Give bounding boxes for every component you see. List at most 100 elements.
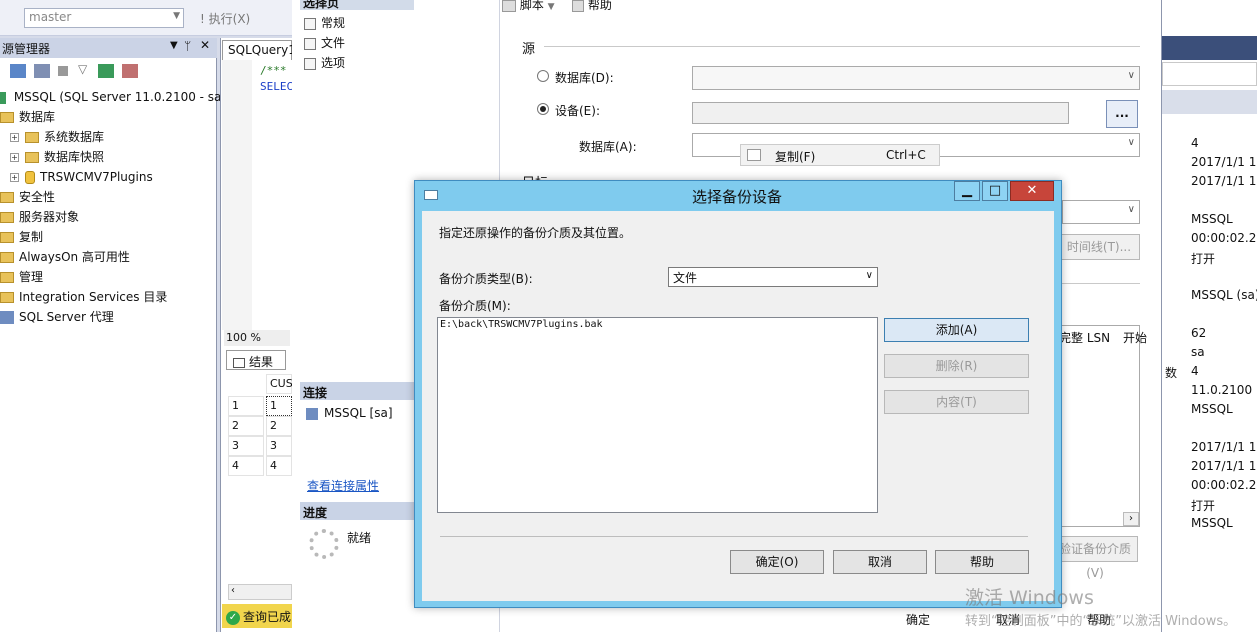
- select-page-header: 选择页: [300, 0, 414, 10]
- add-button[interactable]: 添加(A): [884, 318, 1029, 342]
- grid-cell[interactable]: 2: [266, 416, 292, 436]
- scroll-left-icon[interactable]: ‹: [231, 585, 235, 596]
- tree-item-integration-services[interactable]: Integration Services 目录: [0, 287, 167, 307]
- tree-item-system-databases[interactable]: + 系统数据库: [10, 127, 104, 147]
- page-item-files[interactable]: 文件: [304, 34, 345, 51]
- backup-media-list[interactable]: [437, 317, 878, 513]
- tab-sqlquery1[interactable]: SQLQuery1: [222, 40, 296, 60]
- database-radio[interactable]: [537, 70, 549, 82]
- tree-item-label: 数据库快照: [44, 150, 105, 164]
- agent-icon: [0, 311, 14, 324]
- tree-item-replication[interactable]: 复制: [0, 227, 43, 247]
- page-item-options[interactable]: 选项: [304, 54, 345, 71]
- timeline-button[interactable]: 时间线(T)...: [1058, 234, 1140, 260]
- query-status-bar: ✓ 查询已成: [222, 604, 292, 628]
- grid-cell[interactable]: 4: [266, 456, 292, 476]
- row-number[interactable]: 3: [228, 436, 264, 456]
- column-header[interactable]: CUST: [266, 374, 299, 394]
- tree-item-label: 复制: [19, 230, 44, 244]
- stop-icon[interactable]: [58, 66, 68, 76]
- destination-database-select[interactable]: ∨: [1062, 200, 1140, 224]
- tree-item-sql-agent[interactable]: SQL Server 代理: [0, 307, 114, 327]
- media-type-select[interactable]: 文件 ∨: [668, 267, 878, 287]
- row-number[interactable]: 1: [228, 396, 264, 416]
- contents-button[interactable]: 内容(T): [884, 390, 1029, 414]
- expand-icon[interactable]: +: [10, 173, 19, 182]
- media-type-value: 文件: [673, 271, 698, 285]
- tree-item-security[interactable]: 安全性: [0, 187, 55, 207]
- grid-cell[interactable]: 3: [266, 436, 292, 456]
- remove-button[interactable]: 删除(R): [884, 354, 1029, 378]
- property-value: 4: [1191, 364, 1199, 378]
- grid-cell[interactable]: 1: [266, 396, 292, 416]
- view-connection-properties-link[interactable]: 查看连接属性: [307, 477, 379, 494]
- page-item-general[interactable]: 常规: [304, 14, 345, 31]
- minimize-button[interactable]: ▁: [954, 181, 980, 201]
- activation-watermark-title: 激活 Windows: [965, 587, 1094, 609]
- tree-item-db-snapshots[interactable]: + 数据库快照: [10, 147, 104, 167]
- list-item[interactable]: E:\back\TRSWCMV7Plugins.bak: [440, 319, 603, 330]
- help-button[interactable]: 帮助: [935, 550, 1029, 574]
- minimize-icon: ▁: [962, 183, 972, 198]
- source-database-select[interactable]: ∨: [692, 66, 1140, 90]
- column-header-start[interactable]: 开始: [1123, 329, 1147, 346]
- property-value: 打开: [1191, 252, 1216, 266]
- device-radio-label: 设备(E):: [555, 104, 600, 118]
- tree-item-alwayson[interactable]: AlwaysOn 高可用性: [0, 247, 130, 267]
- browse-device-button[interactable]: ...: [1106, 100, 1138, 128]
- help-toolbar-button[interactable]: 帮助: [572, 0, 612, 13]
- refresh-icon[interactable]: [98, 64, 114, 78]
- pin-icon[interactable]: ᛘ: [184, 39, 191, 53]
- tree-item-server-objects[interactable]: 服务器对象: [0, 207, 79, 227]
- tab-results[interactable]: 结果: [226, 350, 286, 370]
- row-number[interactable]: 2: [228, 416, 264, 436]
- execute-icon: !: [200, 12, 205, 26]
- device-path-field[interactable]: [692, 102, 1069, 124]
- disconnect-icon[interactable]: [34, 64, 50, 78]
- tree-item-label: 系统数据库: [44, 130, 105, 144]
- ok-button[interactable]: 确定(O): [730, 550, 824, 574]
- database-selector[interactable]: master ▼: [24, 8, 184, 28]
- code-select: SELEC: [260, 80, 294, 93]
- property-value: 00:00:02.26: [1191, 478, 1257, 492]
- horizontal-scrollbar[interactable]: ‹: [228, 584, 292, 600]
- expand-icon[interactable]: +: [10, 153, 19, 162]
- connect-icon[interactable]: [10, 64, 26, 78]
- verify-backup-media-button[interactable]: 验证备份介质(V): [1052, 536, 1138, 580]
- tree-item-management[interactable]: 管理: [0, 267, 43, 287]
- context-menu-copy[interactable]: 复制(F): [775, 148, 815, 165]
- tree-server-node[interactable]: MSSQL (SQL Server 11.0.2100 - sa): [0, 87, 226, 107]
- activity-monitor-icon[interactable]: [122, 64, 138, 78]
- dropdown-icon[interactable]: ▼: [170, 40, 178, 51]
- properties-category-band: [1162, 90, 1257, 114]
- tree-item-label: AlwaysOn 高可用性: [19, 250, 130, 264]
- expand-icon[interactable]: +: [10, 133, 19, 142]
- tree-item-trswcmv7plugins[interactable]: + TRSWCMV7Plugins: [10, 167, 153, 187]
- close-button[interactable]: ✕: [1010, 181, 1054, 201]
- properties-object-selector[interactable]: [1162, 62, 1257, 86]
- zoom-selector[interactable]: 100 %: [224, 330, 290, 346]
- row-number[interactable]: 4: [228, 456, 264, 476]
- property-value: 62: [1191, 326, 1207, 340]
- column-header-lsn[interactable]: 完整 LSN: [1059, 329, 1110, 346]
- script-button[interactable]: 脚本 ▼: [502, 0, 555, 13]
- tree-item-databases[interactable]: 数据库: [0, 107, 55, 127]
- folder-icon: [25, 132, 39, 143]
- chevron-down-icon: ∨: [1127, 70, 1135, 81]
- tree-item-label: 数据库: [19, 110, 56, 124]
- page-item-label: 文件: [321, 36, 346, 50]
- page-icon: [304, 17, 316, 30]
- restore-ok-button[interactable]: 确定: [906, 611, 930, 628]
- execute-button[interactable]: ! 执行(X): [200, 10, 250, 27]
- close-icon[interactable]: ✕: [200, 38, 210, 52]
- properties-title-bar: [1162, 36, 1257, 60]
- backup-sets-grid[interactable]: 完整 LSN 开始 ›: [1056, 325, 1147, 527]
- scroll-right-icon[interactable]: ›: [1123, 512, 1139, 526]
- page-item-label: 选项: [321, 56, 346, 70]
- maximize-button[interactable]: □: [982, 181, 1008, 201]
- filter-icon[interactable]: ▽: [78, 62, 87, 76]
- progress-status: 就绪: [347, 531, 372, 545]
- device-radio[interactable]: [537, 103, 549, 115]
- cancel-button[interactable]: 取消: [833, 550, 927, 574]
- database-selector-value: master: [29, 10, 72, 24]
